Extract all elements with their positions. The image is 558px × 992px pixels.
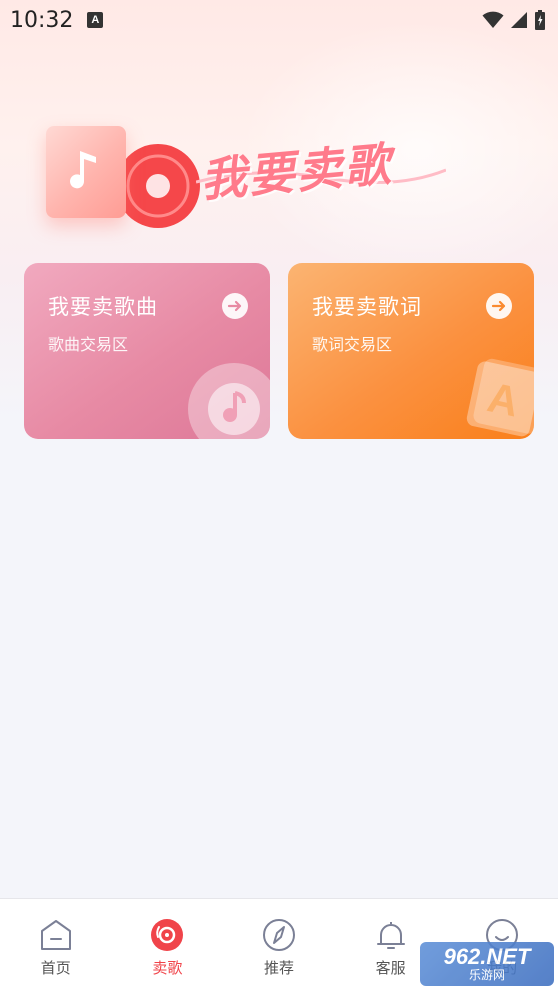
nav-item-home[interactable]: 首页 — [0, 899, 112, 992]
nav-label: 客服 — [375, 959, 406, 977]
album-cover-icon — [46, 126, 126, 218]
nav-label: 首页 — [40, 959, 71, 977]
watermark-sub: 乐游网 — [468, 968, 505, 982]
card-subtitle: 歌曲交易区 — [48, 335, 129, 354]
a-icon: A — [87, 12, 104, 28]
status-time: 10:32 — [10, 7, 74, 33]
status-bar: 10:32 A — [0, 0, 558, 40]
watermark-main: 962.NET — [443, 944, 531, 969]
nav-label: 推荐 — [263, 959, 294, 977]
wifi-icon — [482, 11, 504, 28]
nav-item-sell[interactable]: 卖歌 — [112, 899, 224, 992]
card-title: 我要卖歌曲 — [48, 295, 158, 319]
hero-banner: 我要卖歌 — [40, 118, 460, 228]
hero-title: 我要卖歌 — [198, 136, 395, 208]
bell-icon — [373, 917, 409, 953]
nav-label: 卖歌 — [152, 959, 183, 977]
letter-a-book-icon: A — [463, 352, 534, 439]
arrow-right-icon[interactable] — [486, 293, 512, 319]
card-subtitle: 歌词交易区 — [312, 335, 393, 354]
sell-song-card[interactable]: 我要卖歌曲 歌曲交易区 — [24, 263, 270, 439]
home-icon — [38, 917, 74, 953]
record-icon — [149, 917, 185, 953]
signal-icon — [511, 12, 527, 28]
music-note-disc-icon — [188, 363, 270, 439]
card-title: 我要卖歌词 — [312, 295, 422, 319]
watermark-logo: 962.NET 乐游网 — [420, 942, 554, 986]
nav-item-recommend[interactable]: 推荐 — [223, 899, 335, 992]
battery-icon — [535, 10, 545, 30]
arrow-right-icon[interactable] — [222, 293, 248, 319]
compass-icon — [261, 917, 297, 953]
sell-lyric-card[interactable]: 我要卖歌词 歌词交易区 A — [288, 263, 534, 439]
